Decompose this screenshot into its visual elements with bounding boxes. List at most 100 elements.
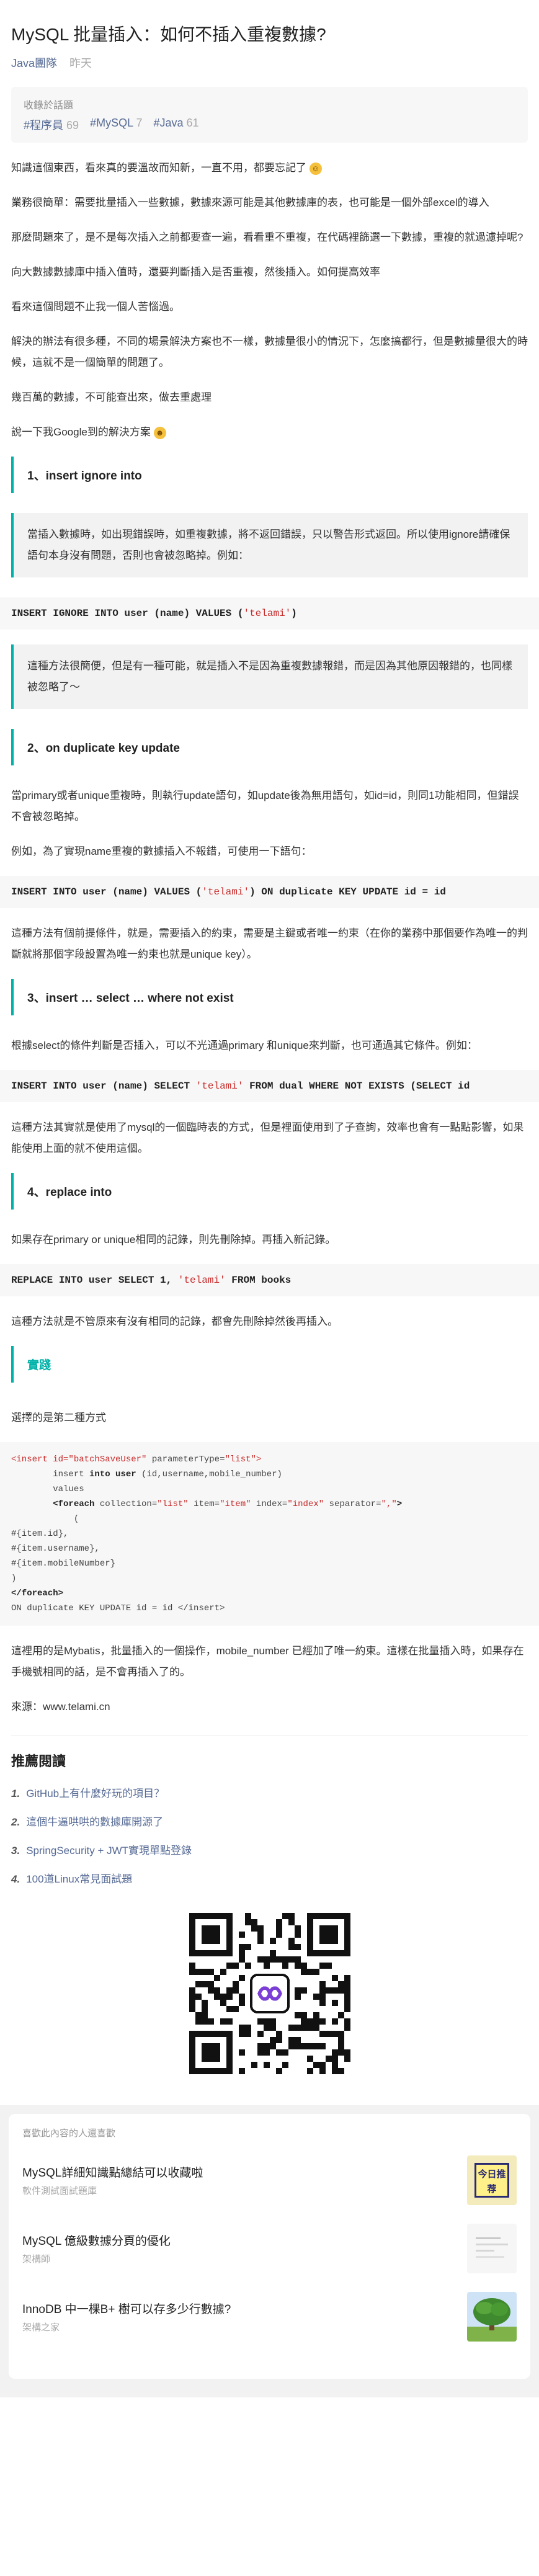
qr-module [344,1987,350,1994]
recommend-heading: 推薦閱讀 [11,1735,528,1770]
qr-module [319,1981,326,1987]
qr-module [207,1981,214,1987]
qr-module [294,1994,301,2000]
qr-module [238,2049,245,2056]
qr-module [344,2000,350,2006]
qr-module [344,2056,350,2062]
topic-tags: #程序員 69 #MySQL 7 #Java 61 [24,117,515,133]
smile-emoji-icon: ☺ [309,162,322,175]
qr-module [306,2018,313,2025]
qr-module [331,2056,338,2062]
qr-module [306,2068,313,2074]
qr-module [319,2062,326,2068]
qr-module [313,2043,319,2049]
qr-module [232,1987,239,1994]
qr-module [313,1994,319,2000]
qr-module [244,1944,251,1950]
qr-module [257,1956,264,1963]
qr-module [300,2018,307,2025]
qr-module [288,1913,295,1919]
recommend-item[interactable]: 4. 100道Linux常見面試題 [11,1871,528,1888]
qr-module [269,2018,276,2025]
paragraph: 根據select的條件判斷是否插入，可以不光通過primary 和unique來… [11,1040,478,1051]
qr-module [189,1969,195,1975]
qr-module [294,2037,301,2043]
qr-module [337,1987,344,1994]
qr-module [344,2018,350,2025]
code-block: INSERT INTO user (name) VALUES ('telami'… [0,876,539,908]
qr-module [195,1994,202,2000]
topic-tag[interactable]: #Java 61 [153,117,198,133]
qr-module [288,1944,295,1950]
topic-tag[interactable]: #MySQL 7 [90,117,142,133]
qr-module [201,1981,208,1987]
qr-module [207,1969,214,1975]
section-heading: 3、insert … select … where not exist [11,979,528,1015]
qr-module [337,1981,344,1987]
qr-module [189,1987,195,1994]
qr-module [195,2018,202,2025]
qr-module [269,2043,276,2049]
qr-module [195,1981,202,1987]
qr-module [325,2056,332,2062]
qr-module [201,2012,208,2018]
qr-module [226,2018,233,2025]
qr-module [337,2068,344,2074]
qr-module [189,2006,195,2012]
qr-module [232,1963,239,1969]
qr-module [344,1975,350,1981]
practice-heading: 實踐 [11,1346,528,1383]
qr-module [337,2037,344,2043]
qr-module [337,2031,344,2037]
qr-module [269,1950,276,1956]
related-item[interactable]: MySQL詳細知識點總結可以收藏啦 軟件測試面試題庫 今日推荐 [22,2155,517,2205]
qr-module [319,2043,326,2049]
related-item[interactable]: InnoDB 中一棵B+ 樹可以存多少行數據? 架構之家 [22,2292,517,2342]
code-block: REPLACE INTO user SELECT 1, 'telami' FRO… [0,1264,539,1296]
qr-module [331,2049,338,2056]
qr-module [344,2049,350,2056]
qr-module [263,2025,270,2031]
qr-module [257,2031,264,2037]
qr-module [288,1956,295,1963]
qr-module [275,2068,282,2074]
qr-module [251,2062,257,2068]
related-card: 喜歡此內容的人還喜歡 MySQL詳細知識點總結可以收藏啦 軟件測試面試題庫 今日推… [9,2114,530,2379]
qr-module [189,2000,195,2006]
qr-module [207,2018,214,2025]
publish-date: 昨天 [69,57,92,69]
qr-module [344,2025,350,2031]
qr-module [213,1987,220,1994]
code-block: INSERT INTO user (name) SELECT 'telami' … [0,1070,539,1102]
blockquote: 當插入數據時，如出現錯誤時，如重複數據，將不返回錯誤，只以警告形式返回。所以使用… [11,513,528,577]
author-link[interactable]: Java團隊 [11,55,57,71]
qr-module [232,1981,239,1987]
recommend-item[interactable]: 2. 這個牛逼哄哄的數據庫開源了 [11,1814,528,1831]
qr-module [294,2012,301,2018]
qr-module [275,1925,282,1932]
topic-tag[interactable]: #程序員 69 [24,117,79,133]
qr-module [306,2056,313,2062]
recommend-item[interactable]: 3. SpringSecurity + JWT實現單點登錄 [11,1842,528,1860]
qr-module [238,2031,245,2037]
qr-module [244,1919,251,1925]
related-item[interactable]: MySQL 億級數據分頁的優化 架構師 [22,2224,517,2273]
qr-module [288,2037,295,2043]
section-heading: 1、insert ignore into [11,457,528,493]
recommend-item[interactable]: 1. GitHub上有什麼好玩的項目？ [11,1785,528,1803]
qr-module [300,1969,307,1975]
qr-module [226,1963,233,1969]
qr-module [344,2006,350,2012]
qr-module [344,1981,350,1987]
qr-module [207,1987,214,1994]
section-heading: 4、replace into [11,1173,528,1210]
qr-module [325,1987,332,1994]
paragraph: 例如，為了實現name重複的數據插入不報錯，可使用一下語句： [11,845,312,857]
related-area: 喜歡此內容的人還喜歡 MySQL詳細知識點總結可以收藏啦 軟件測試面試題庫 今日推… [0,2105,539,2397]
qr-module [313,2012,319,2018]
qr-module [282,2062,288,2068]
qr-module [257,1938,264,1944]
related-thumbnail [467,2292,517,2342]
qr-module [201,1969,208,1975]
qr-module [251,1925,257,1932]
